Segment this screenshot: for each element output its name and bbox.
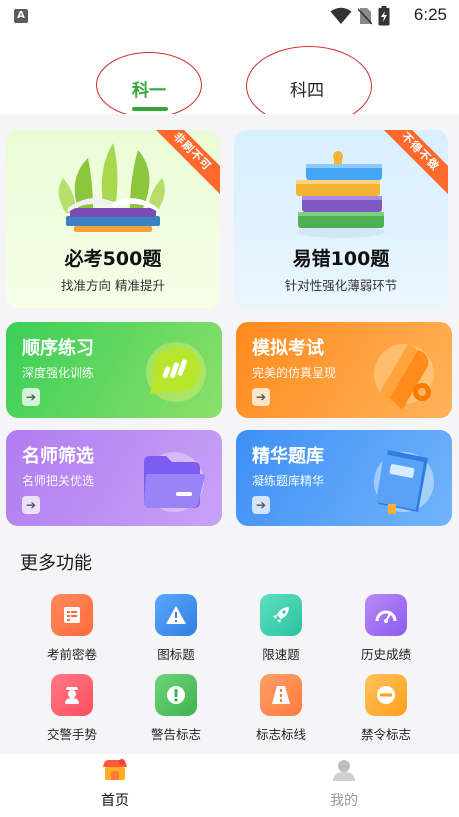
- nav-me[interactable]: 我的: [304, 758, 384, 810]
- police-icon: [51, 674, 93, 716]
- card-subtitle: 深度强化训练: [22, 366, 95, 380]
- card-title: 易错100题: [292, 248, 390, 270]
- speedometer-icon: [365, 594, 407, 636]
- wifi-icon: [330, 7, 352, 24]
- func-history-scores[interactable]: 历史成绩: [341, 594, 431, 663]
- error-prone-100-card[interactable]: 不得不做 易错100题 针对性强化薄弱环节: [234, 130, 448, 308]
- func-pre-exam-paper[interactable]: 考前密卷: [27, 594, 117, 663]
- card-subtitle: 名师把关优选: [22, 474, 95, 488]
- nav-label: 我的: [330, 793, 358, 809]
- func-sign-markings[interactable]: 标志标线: [236, 674, 326, 743]
- no-sim-icon: [358, 8, 372, 25]
- nav-home[interactable]: 首页: [75, 758, 155, 810]
- essence-question-bank-card[interactable]: 精华题库 凝练题库精华 ➔: [236, 430, 452, 526]
- exclamation-icon: [155, 674, 197, 716]
- func-prohibition-signs[interactable]: 禁令标志: [341, 674, 431, 743]
- card-subtitle: 凝练题库精华: [252, 474, 325, 488]
- exam-paper-icon: [51, 594, 93, 636]
- card-title: 精华题库: [252, 446, 324, 467]
- bottom-nav: 首页 我的: [0, 754, 459, 817]
- must-test-500-card[interactable]: 非刷不可 必考500题 找准方向 精准提升: [6, 130, 220, 308]
- mock-exam-card[interactable]: 模拟考试 完美的仿真呈现 ➔: [236, 322, 452, 418]
- card-subtitle: 完美的仿真呈现: [252, 366, 337, 380]
- status-icons: [330, 6, 390, 26]
- notebook-icon: [374, 450, 434, 514]
- arrow-right-icon[interactable]: ➔: [22, 388, 40, 406]
- shop-icon: [103, 759, 127, 780]
- card-title: 名师筛选: [22, 446, 94, 467]
- notification-a-icon: A: [14, 9, 28, 23]
- func-label: 图标题: [157, 647, 195, 662]
- card-title: 模拟考试: [252, 338, 324, 359]
- main-content: 非刷不可 必考500题 找准方向 精准提升 不得不做 易错100题 针对性强化薄…: [0, 114, 459, 754]
- no-entry-icon: [365, 674, 407, 716]
- arrow-right-icon[interactable]: ➔: [252, 388, 270, 406]
- card-title: 顺序练习: [22, 338, 94, 359]
- card-subtitle: 找准方向 精准提升: [61, 278, 165, 293]
- book-stack-icon: [296, 151, 385, 238]
- battery-charging-icon: [378, 6, 390, 26]
- more-functions-title: 更多功能: [20, 553, 92, 574]
- status-bar: A 6:25: [0, 0, 459, 32]
- expert-selection-card[interactable]: 名师筛选 名师把关优选 ➔: [6, 430, 222, 526]
- tab-active-indicator: [132, 107, 168, 111]
- func-label: 交警手势: [46, 727, 97, 742]
- func-label: 警告标志: [150, 727, 201, 742]
- func-label: 历史成绩: [360, 647, 411, 662]
- tab-subject-4[interactable]: 科四: [290, 76, 324, 101]
- arrow-right-icon[interactable]: ➔: [252, 496, 270, 514]
- func-label: 禁令标志: [360, 727, 411, 742]
- folder-icon: [144, 452, 205, 512]
- warning-triangle-icon: [155, 594, 197, 636]
- func-sign-questions[interactable]: 图标题: [131, 594, 221, 663]
- open-book-icon: [58, 143, 165, 232]
- func-speed-limit[interactable]: 限速题: [236, 594, 326, 663]
- tab-subject-1[interactable]: 科一: [132, 76, 166, 101]
- card-subtitle: 针对性强化薄弱环节: [284, 278, 398, 293]
- func-label: 限速题: [262, 647, 300, 662]
- sequential-practice-card[interactable]: 顺序练习 深度强化训练 ➔: [6, 322, 222, 418]
- status-time: 6:25: [413, 5, 447, 24]
- user-icon: [333, 760, 355, 781]
- func-label: 考前密卷: [46, 647, 97, 662]
- func-label: 标志标线: [255, 727, 306, 742]
- nav-label: 首页: [101, 793, 129, 809]
- chat-bubble-icon: [146, 342, 206, 402]
- card-title: 必考500题: [64, 248, 162, 270]
- func-warning-signs[interactable]: 警告标志: [131, 674, 221, 743]
- road-icon: [260, 674, 302, 716]
- arrow-right-icon[interactable]: ➔: [22, 496, 40, 514]
- rocket-icon: [260, 594, 302, 636]
- scroll-icon: [374, 344, 434, 410]
- subject-tabs: 科一 科四: [0, 40, 459, 126]
- func-police-gestures[interactable]: 交警手势: [27, 674, 117, 743]
